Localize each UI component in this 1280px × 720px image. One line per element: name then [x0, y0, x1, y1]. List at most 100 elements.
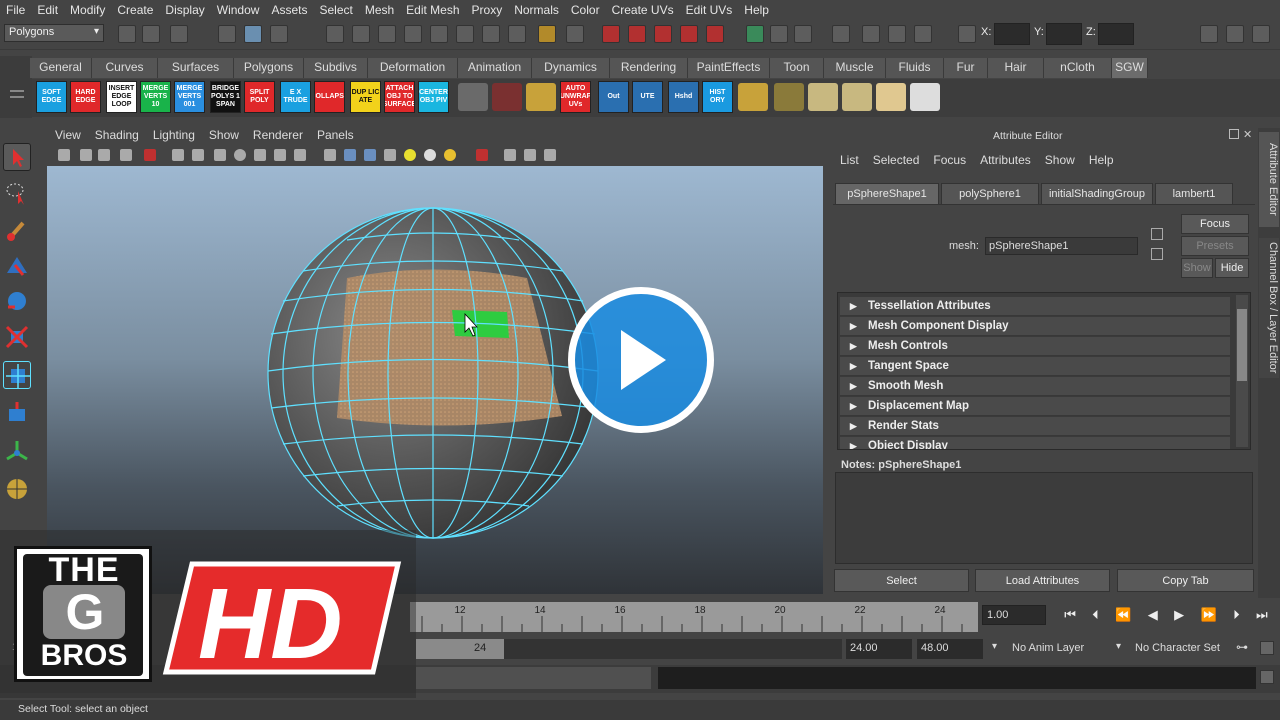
viewport-menu-panels[interactable]: Panels [310, 128, 361, 146]
lock-icon[interactable] [538, 25, 556, 43]
attribute-editor-side-tab[interactable]: Attribute Editor [1259, 132, 1279, 227]
camera-gate-icon[interactable] [144, 149, 156, 161]
shelf-button-soft-edge[interactable]: SOFT EDGE [36, 81, 67, 113]
xray-components-icon[interactable] [544, 149, 556, 161]
shelf-tab-curves[interactable]: Curves [92, 58, 158, 78]
ae-tab-lambert1[interactable]: lambert1 [1155, 183, 1233, 204]
load-attributes-button[interactable]: Load Attributes [975, 569, 1110, 592]
all-lights-icon[interactable] [424, 149, 436, 161]
play-forward-icon[interactable]: ▶ [1174, 607, 1184, 627]
ae-menu-focus[interactable]: Focus [926, 153, 973, 171]
xray-icon[interactable] [504, 149, 516, 161]
shelf-tab-animation[interactable]: Animation [458, 58, 532, 78]
menu-window[interactable]: Window [211, 3, 266, 17]
safe-action-icon[interactable] [274, 149, 286, 161]
shelf-target2-icon[interactable] [842, 83, 872, 111]
char-set-dropdown-icon[interactable]: ▾ [1116, 641, 1121, 652]
shelf-tab-subdivs[interactable]: Subdivs [304, 58, 368, 78]
section-tessellation-attributes[interactable]: Tessellation Attributes [840, 297, 1230, 316]
go-output-icon[interactable] [1151, 248, 1163, 260]
show-manip-icon[interactable] [3, 437, 31, 465]
ipr-render-icon[interactable] [794, 25, 812, 43]
ae-menu-attributes[interactable]: Attributes [973, 153, 1038, 171]
menu-proxy[interactable]: Proxy [466, 3, 509, 17]
shelf-tab-fluids[interactable]: Fluids [886, 58, 944, 78]
anim-layer-dropdown-icon[interactable]: ▾ [992, 641, 997, 652]
shelf-tab-sgw[interactable]: SGW [1112, 58, 1148, 78]
wireframe-icon[interactable] [324, 149, 336, 161]
shelf-tab-toon[interactable]: Toon [770, 58, 824, 78]
viewport-menu-shading[interactable]: Shading [88, 128, 146, 146]
section-object-display[interactable]: Object Display [840, 437, 1230, 449]
focus-button[interactable]: Focus [1181, 214, 1249, 234]
toggle-attr-editor-icon[interactable] [1200, 25, 1218, 43]
shelf-target3-icon[interactable] [876, 83, 906, 111]
shelf-button-insert-edge-loop[interactable]: INSERT EDGE LOOP [106, 81, 137, 113]
presets-button[interactable]: Presets [1181, 236, 1249, 256]
menu-color[interactable]: Color [565, 3, 606, 17]
step-back-key-icon[interactable]: ⏪ [1115, 607, 1131, 627]
select-button[interactable]: Select [834, 569, 969, 592]
shelf-tab-fur[interactable]: Fur [944, 58, 988, 78]
shelf-button-e-x-trude[interactable]: E X TRUDE [280, 81, 311, 113]
shelf-target1-icon[interactable] [808, 83, 838, 111]
menu-assets[interactable]: Assets [265, 3, 313, 17]
magnet-live-icon[interactable] [706, 25, 724, 43]
shelf-button-bridge-polys-1-span[interactable]: BRIDGE POLYS 1 SPAN [210, 81, 241, 113]
scale-tool-icon[interactable] [3, 323, 31, 351]
video-play-button[interactable] [568, 287, 714, 433]
shelf-tab-rendering[interactable]: Rendering [610, 58, 688, 78]
copy-tab-button[interactable]: Copy Tab [1117, 569, 1254, 592]
snap-plane-icon[interactable] [404, 25, 422, 43]
shelf-tab-muscle[interactable]: Muscle [824, 58, 886, 78]
shelf-sphere-icon[interactable] [738, 83, 768, 111]
soft-mod-icon[interactable] [3, 399, 31, 427]
menu-mesh[interactable]: Mesh [359, 3, 400, 17]
rotate-tool-icon[interactable] [3, 287, 31, 315]
ae-menu-help[interactable]: Help [1082, 153, 1121, 171]
magnet-surface-icon[interactable] [680, 25, 698, 43]
shelf-target4-icon[interactable] [910, 83, 940, 111]
shelf-button-hard-edge[interactable]: HARD EDGE [70, 81, 101, 113]
play-backward-icon[interactable]: ◀ [1148, 607, 1158, 627]
magnet-icon[interactable] [602, 25, 620, 43]
show-button[interactable]: Show [1181, 258, 1213, 278]
shelf-grid-icon[interactable] [526, 83, 556, 111]
shelf-tab-dynamics[interactable]: Dynamics [532, 58, 610, 78]
section-mesh-controls[interactable]: Mesh Controls [840, 337, 1230, 356]
viewport-menu-renderer[interactable]: Renderer [246, 128, 310, 146]
shelf-tab-ncloth[interactable]: nCloth [1044, 58, 1112, 78]
last-tool-icon[interactable] [3, 475, 31, 503]
go-input-icon[interactable] [1151, 228, 1163, 240]
menu-edit-uvs[interactable]: Edit UVs [680, 3, 739, 17]
step-forward-key-icon[interactable]: ⏩ [1201, 607, 1217, 627]
ae-menu-list[interactable]: List [833, 153, 866, 171]
select-by-object-icon[interactable] [244, 25, 262, 43]
shelf-tab-deformation[interactable]: Deformation [368, 58, 458, 78]
menu-file[interactable]: File [0, 3, 31, 17]
help-query-icon[interactable] [508, 25, 526, 43]
x-field[interactable] [994, 23, 1030, 45]
ae-menu-show[interactable]: Show [1038, 153, 1082, 171]
shelf-button-auto-unwrap-uvs[interactable]: AUTO UNWRAP UVs [560, 81, 591, 113]
grid-icon[interactable] [172, 149, 184, 161]
shelf-tab-painteffects[interactable]: PaintEffects [688, 58, 770, 78]
section-tangent-space[interactable]: Tangent Space [840, 357, 1230, 376]
resolution-gate-icon[interactable] [214, 149, 226, 161]
select-by-component-icon[interactable] [270, 25, 288, 43]
safe-title-icon[interactable] [294, 149, 306, 161]
ae-tab-polysphere1[interactable]: polySphere1 [941, 183, 1039, 204]
shelf-button-ute[interactable]: UTE [632, 81, 663, 113]
section-render-stats[interactable]: Render Stats [840, 417, 1230, 436]
new-scene-icon[interactable] [118, 25, 136, 43]
render-frame-icon[interactable] [770, 25, 788, 43]
smooth-shade-icon[interactable] [344, 149, 356, 161]
anim-max-field[interactable]: 48.00 [917, 639, 983, 659]
render-settings-icon[interactable] [832, 25, 850, 43]
open-scene-icon[interactable] [142, 25, 160, 43]
step-forward-icon[interactable]: ⏵ [1233, 607, 1240, 627]
shelf-button-merge-verts-10[interactable]: MERGE VERTS 10 [140, 81, 171, 113]
key-icon[interactable]: ⊶ [1236, 640, 1248, 654]
shelf-button-dup-lic-ate[interactable]: DUP LIC ATE [350, 81, 381, 113]
z-field[interactable] [1098, 23, 1134, 45]
